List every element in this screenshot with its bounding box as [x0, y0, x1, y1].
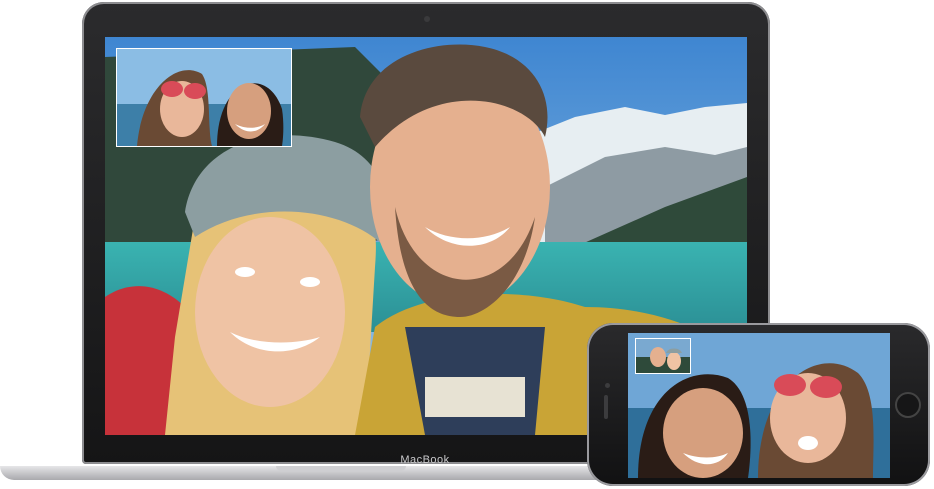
- woman-eye-right: [300, 277, 320, 287]
- phone-pip-frame: [636, 339, 690, 373]
- home-button-icon[interactable]: [895, 392, 921, 418]
- woman-face: [195, 217, 345, 407]
- sunglasses-left-lens: [161, 81, 183, 97]
- woman-eye-left: [235, 267, 255, 277]
- sunglasses-right-lens: [184, 83, 206, 99]
- camera-dot-icon: [424, 16, 430, 22]
- macbook-open-notch: [276, 466, 406, 471]
- facetime-self-view-mac[interactable]: [116, 48, 292, 147]
- phone-right-mouth: [798, 436, 818, 450]
- macbook-brand-label: MacBook: [400, 454, 450, 466]
- sweater-pattern: [425, 377, 525, 417]
- pip-frame-friends: [117, 49, 291, 146]
- speaker-slot-icon: [604, 395, 608, 419]
- phone-pip-woman: [667, 352, 681, 370]
- front-camera-icon: [605, 383, 610, 388]
- phone-sunglasses-right: [810, 376, 842, 398]
- phone-pip-man: [650, 347, 666, 367]
- phone-left-face: [663, 388, 743, 478]
- facetime-self-view-phone[interactable]: [635, 338, 691, 374]
- phone-sunglasses-left: [774, 374, 806, 396]
